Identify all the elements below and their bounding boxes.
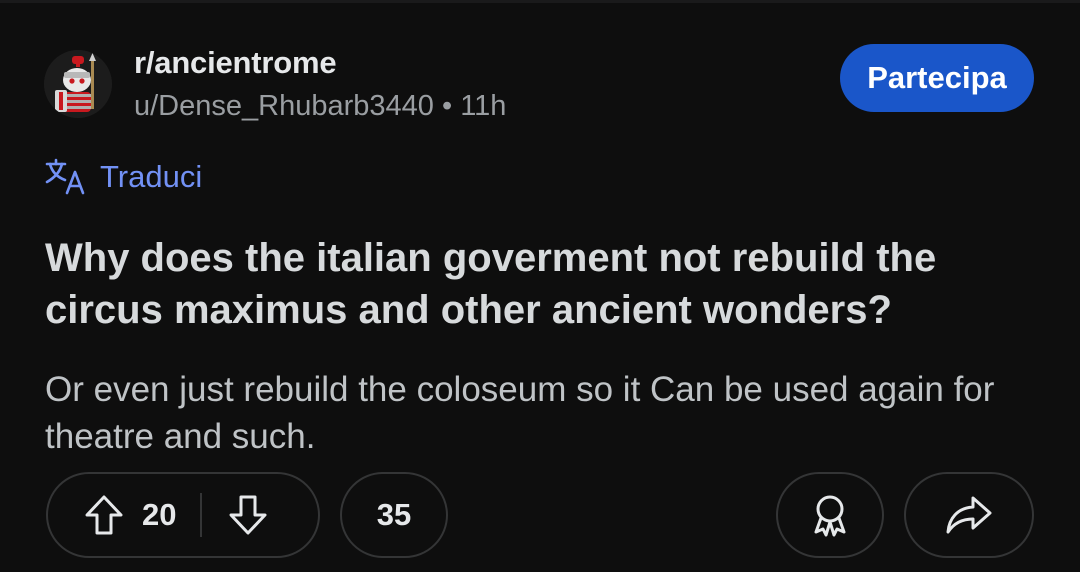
post-byline: u/Dense_Rhubarb3440 • 11h xyxy=(134,90,506,122)
post-actions: 20 35 xyxy=(44,472,1036,562)
arrow-down-icon[interactable] xyxy=(224,491,272,539)
comments-button[interactable]: 35 xyxy=(340,472,448,558)
vote-score: 20 xyxy=(142,497,177,532)
post-meta: r/ancientrome u/Dense_Rhubarb3440 • 11h xyxy=(134,46,506,123)
translate-icon xyxy=(45,158,85,195)
award-button[interactable] xyxy=(776,472,884,558)
subreddit-avatar[interactable] xyxy=(44,50,112,118)
arrow-up-icon[interactable] xyxy=(80,491,128,539)
post-body: Or even just rebuild the coloseum so it … xyxy=(45,370,995,456)
post-age: 11h xyxy=(460,90,507,122)
byline-separator: • xyxy=(441,90,453,122)
translate-link[interactable]: Traduci xyxy=(44,158,202,196)
legionary-icon xyxy=(44,50,112,118)
top-divider xyxy=(0,0,1080,3)
post-header: r/ancientrome u/Dense_Rhubarb3440 • 11h … xyxy=(44,44,1036,126)
join-button[interactable]: Partecipa xyxy=(840,44,1034,112)
award-icon xyxy=(814,495,846,537)
share-button[interactable] xyxy=(904,472,1034,558)
comment-count: 35 xyxy=(376,497,412,532)
author-name[interactable]: u/Dense_Rhubarb3440 xyxy=(134,90,434,122)
translate-label: Traduci xyxy=(100,159,203,194)
vote-bar: 20 xyxy=(46,472,320,558)
post-title[interactable]: Why does the italian goverment not rebui… xyxy=(45,232,1035,336)
share-icon xyxy=(946,496,992,534)
vote-divider xyxy=(200,493,202,537)
subreddit-name[interactable]: r/ancientrome xyxy=(134,46,506,80)
